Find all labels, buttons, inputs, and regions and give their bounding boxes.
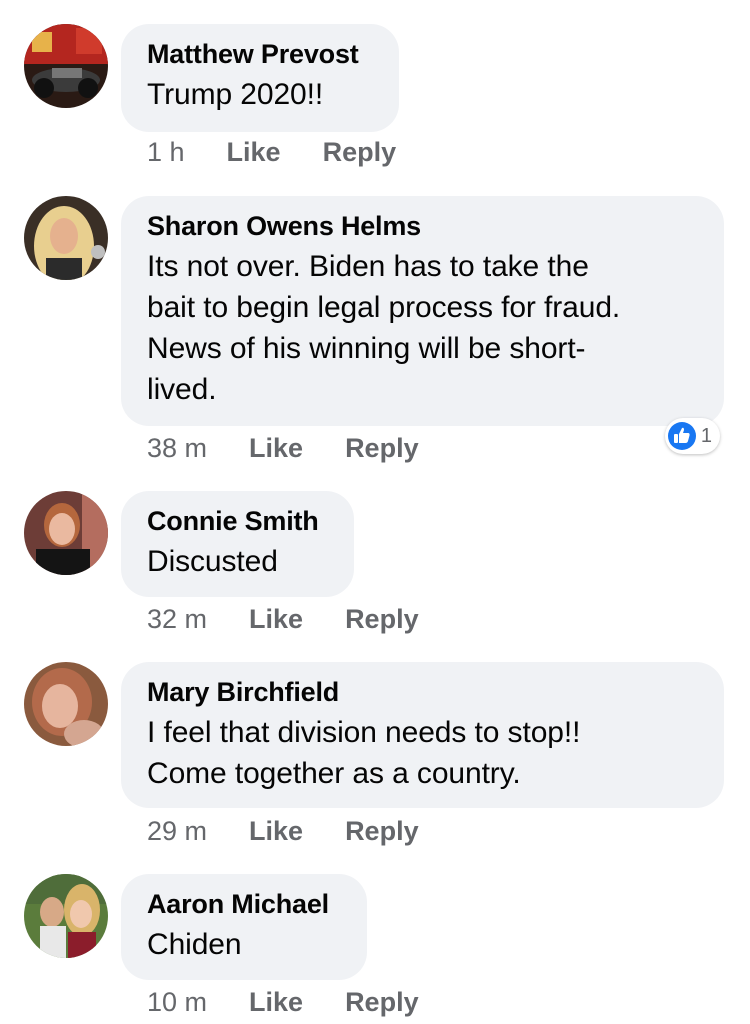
comment-timestamp[interactable]: 29 m xyxy=(147,816,207,847)
thumbs-up-icon xyxy=(667,422,696,450)
comment-text-line: lived. xyxy=(147,373,217,406)
comment-bubble: Matthew Prevost Trump 2020!! xyxy=(121,24,399,132)
comment-text-line: bait to begin legal process for fraud. xyxy=(147,291,621,324)
comment-timestamp[interactable]: 38 m xyxy=(147,433,207,464)
comment-actions: 10 m Like Reply xyxy=(147,986,419,1018)
comment-actions: 29 m Like Reply xyxy=(147,815,419,847)
like-button[interactable]: Like xyxy=(249,604,303,635)
comment-text-line: I feel that division needs to stop!! xyxy=(147,716,581,749)
comment-timestamp[interactable]: 10 m xyxy=(147,987,207,1018)
reply-button[interactable]: Reply xyxy=(345,987,419,1018)
comment-author[interactable]: Matthew Prevost xyxy=(147,38,373,70)
comment-bubble: Connie Smith Discusted xyxy=(121,491,354,597)
comment-actions: 38 m Like Reply xyxy=(147,432,419,464)
comment-author[interactable]: Sharon Owens Helms xyxy=(147,210,698,242)
comment-author[interactable]: Connie Smith xyxy=(147,505,328,537)
reply-button[interactable]: Reply xyxy=(323,137,397,168)
avatar[interactable] xyxy=(24,24,108,108)
comment-text-line: Come together as a country. xyxy=(147,757,521,790)
reply-button[interactable]: Reply xyxy=(345,433,419,464)
comment-text: Discusted xyxy=(147,545,278,578)
avatar[interactable] xyxy=(24,196,108,280)
comment-text: Its not over. Biden has to take the bait… xyxy=(147,246,698,410)
comment-text-line: News of his winning will be short- xyxy=(147,332,586,365)
reply-button[interactable]: Reply xyxy=(345,816,419,847)
reaction-count: 1 xyxy=(700,424,712,447)
comment-timestamp[interactable]: 32 m xyxy=(147,604,207,635)
comment-bubble: Mary Birchfield I feel that division nee… xyxy=(121,662,724,808)
comment-bubble: Sharon Owens Helms Its not over. Biden h… xyxy=(121,196,724,426)
comment-text-line: Its not over. Biden has to take the xyxy=(147,250,589,283)
like-button[interactable]: Like xyxy=(227,137,281,168)
avatar[interactable] xyxy=(24,662,108,746)
reply-button[interactable]: Reply xyxy=(345,604,419,635)
like-button[interactable]: Like xyxy=(249,433,303,464)
comment-author[interactable]: Aaron Michael xyxy=(147,888,341,920)
reaction-summary[interactable]: 1 xyxy=(664,418,720,454)
comment-actions: 1 h Like Reply xyxy=(147,136,396,168)
comment-text: Trump 2020!! xyxy=(147,78,324,111)
comment-actions: 32 m Like Reply xyxy=(147,603,419,635)
like-button[interactable]: Like xyxy=(249,987,303,1018)
comment-text: Chiden xyxy=(147,928,242,961)
comment-bubble: Aaron Michael Chiden xyxy=(121,874,367,980)
like-button[interactable]: Like xyxy=(249,816,303,847)
comment-timestamp[interactable]: 1 h xyxy=(147,137,185,168)
comment-text: I feel that division needs to stop!! Com… xyxy=(147,712,698,794)
comment-author[interactable]: Mary Birchfield xyxy=(147,676,698,708)
avatar[interactable] xyxy=(24,874,108,958)
avatar[interactable] xyxy=(24,491,108,575)
